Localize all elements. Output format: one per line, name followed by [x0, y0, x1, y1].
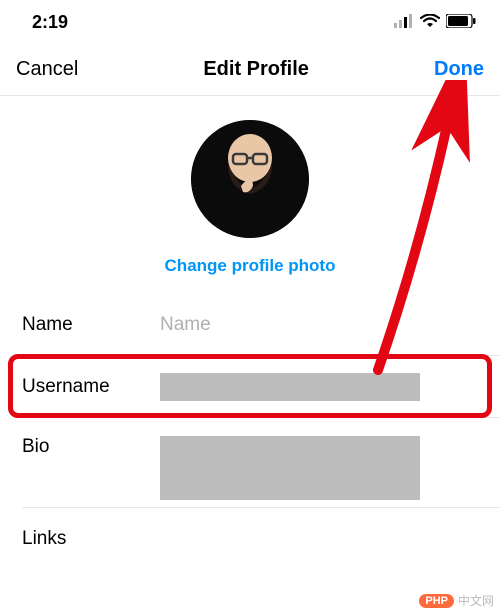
cellular-icon [394, 12, 414, 33]
username-row: Username [22, 356, 500, 418]
bio-label: Bio [22, 436, 160, 458]
cancel-button[interactable]: Cancel [16, 58, 78, 81]
avatar-section: Change profile photo [0, 120, 500, 276]
profile-form: Name Username Bio Links [0, 294, 500, 570]
status-indicators [394, 12, 476, 33]
watermark: PHP 中文网 [419, 592, 494, 609]
username-value-redacted[interactable] [160, 373, 420, 401]
bio-value-redacted[interactable] [160, 436, 420, 500]
username-label: Username [22, 376, 160, 398]
battery-icon [446, 12, 476, 33]
watermark-text: 中文网 [458, 592, 494, 609]
links-label: Links [22, 528, 160, 550]
watermark-pill: PHP [419, 594, 454, 608]
wifi-icon [420, 12, 440, 33]
done-button[interactable]: Done [434, 58, 484, 81]
bio-row: Bio [22, 418, 500, 508]
edit-profile-content: Change profile photo Name Username Bio L… [0, 96, 500, 570]
name-field[interactable] [160, 314, 478, 336]
links-row[interactable]: Links [22, 508, 500, 570]
name-row: Name [22, 294, 500, 356]
page-title: Edit Profile [203, 58, 309, 81]
nav-bar: Cancel Edit Profile Done [0, 44, 500, 96]
status-time: 2:19 [32, 12, 68, 33]
status-bar: 2:19 [0, 0, 500, 44]
avatar[interactable] [191, 120, 309, 238]
change-photo-button[interactable]: Change profile photo [165, 256, 336, 276]
name-label: Name [22, 314, 160, 336]
